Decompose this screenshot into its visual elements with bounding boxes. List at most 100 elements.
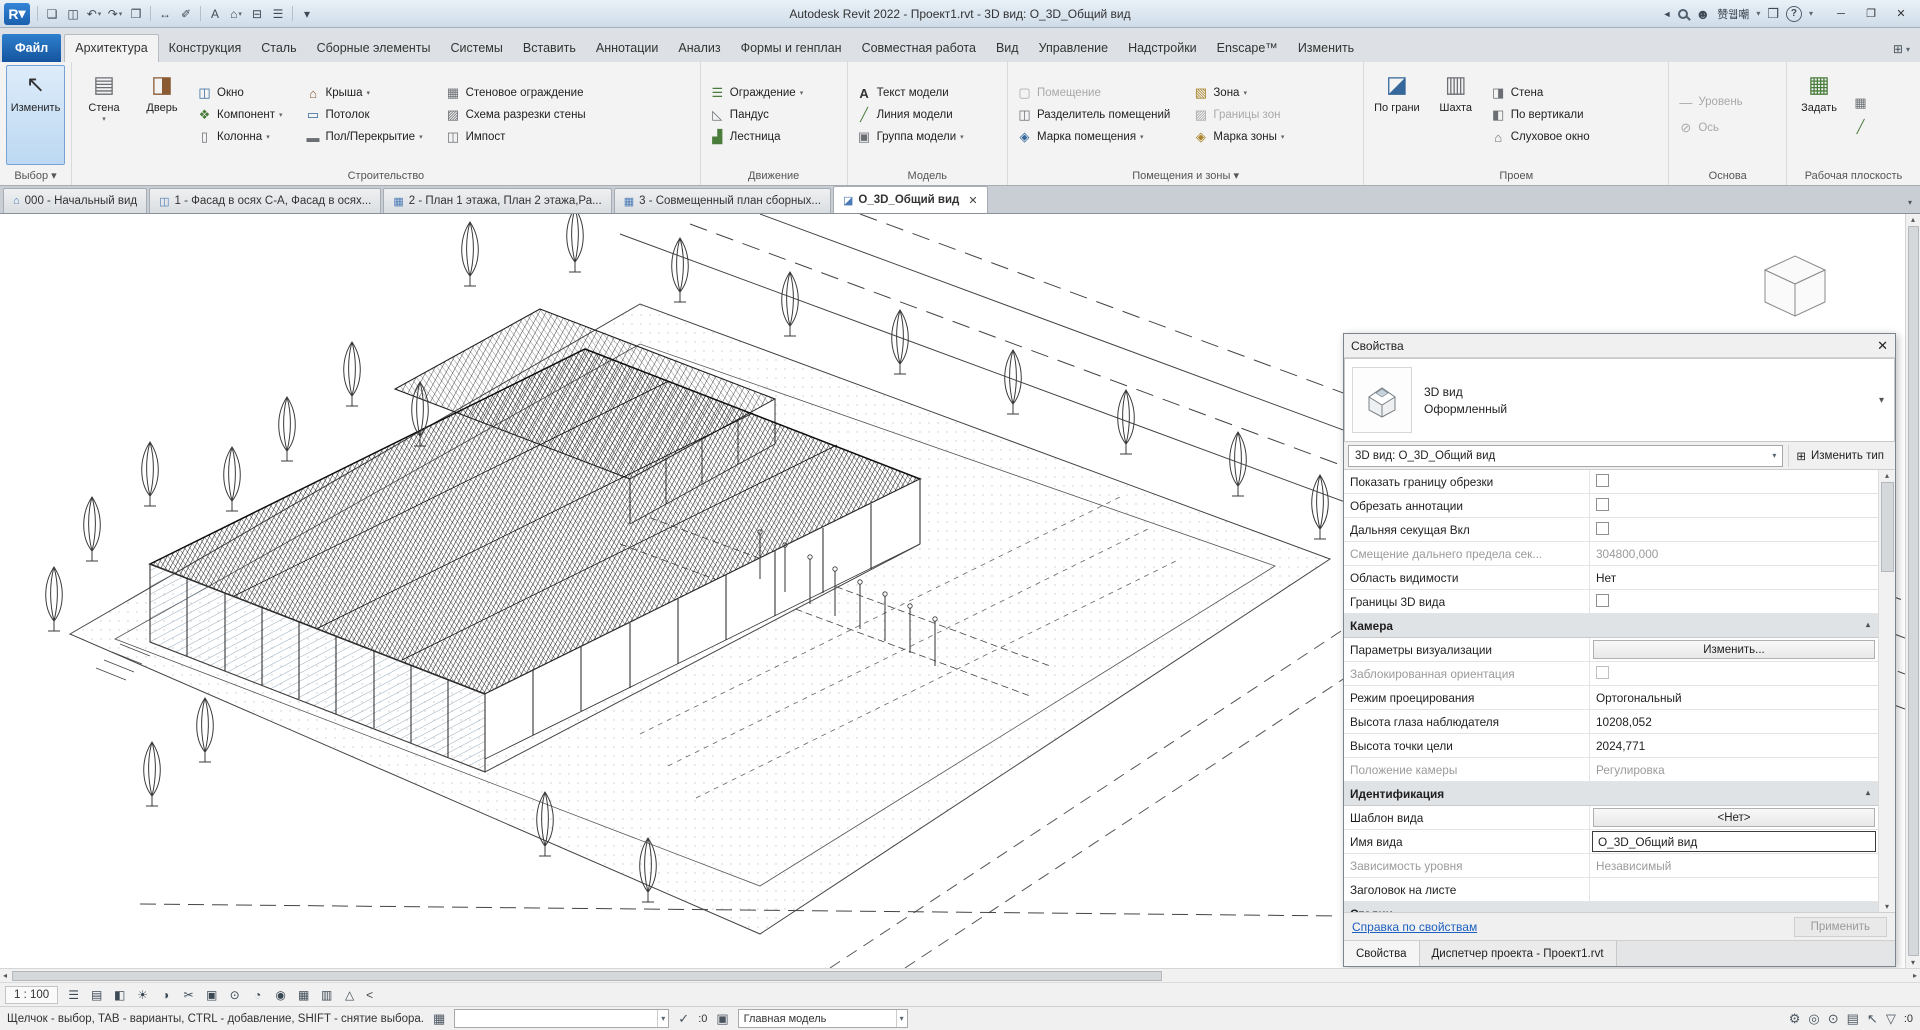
revit-logo-icon[interactable]: R ▾	[4, 2, 30, 25]
collapse-view-bar-icon[interactable]: <	[362, 988, 377, 1002]
tab-precast[interactable]: Сборные элементы	[307, 35, 441, 62]
collapse-search-icon[interactable]: ◄	[1663, 9, 1672, 19]
property-group-camera[interactable]: Камера ▴	[1344, 614, 1878, 638]
tab-manage[interactable]: Управление	[1029, 35, 1119, 62]
tab-enscape[interactable]: Enscape™	[1207, 35, 1288, 62]
temporary-hide-isolate-icon[interactable]: ◔	[247, 985, 268, 1004]
help-dropdown-icon[interactable]: ▾	[1809, 9, 1813, 18]
horizontal-scrollbar[interactable]: ◂ ▸	[0, 968, 1920, 982]
thin-lines-icon[interactable]: ☰	[268, 4, 288, 24]
shadows-icon[interactable]: ◑	[155, 985, 176, 1004]
tab-list-dropdown-icon[interactable]: ▾	[1900, 198, 1920, 213]
stair-button[interactable]: ▟ Лестница	[706, 126, 806, 148]
component-button[interactable]: ❖ Компонент ▾	[193, 104, 286, 126]
scroll-down-icon[interactable]: ▾	[1911, 958, 1915, 967]
background-processes-icon[interactable]: ⚙	[1789, 1011, 1801, 1027]
properties-help-link[interactable]: Справка по свойствам	[1352, 920, 1477, 934]
edit-type-button[interactable]: ⊞ Изменить тип	[1788, 444, 1891, 467]
property-value[interactable]: Ортогональный	[1590, 686, 1878, 709]
tab-addins[interactable]: Надстройки	[1118, 35, 1207, 62]
view-tab-plan2[interactable]: ▦ 3 - Совмещенный план сборных...	[613, 188, 831, 213]
tab-modify[interactable]: Изменить	[1288, 35, 1364, 62]
design-options-combo[interactable]: Главная модель ▾	[737, 1009, 908, 1028]
show-crop-region-icon[interactable]: ▣	[201, 985, 222, 1004]
scrollbar-thumb[interactable]	[1907, 226, 1919, 956]
tab-analyze[interactable]: Анализ	[668, 35, 730, 62]
undo-icon[interactable]: ↶ ▾	[84, 4, 104, 24]
app-store-icon[interactable]: ❒	[1767, 6, 1779, 22]
text-icon[interactable]: A	[205, 4, 225, 24]
window-button[interactable]: ◫ Окно	[193, 82, 286, 104]
model-text-button[interactable]: A Текст модели	[853, 82, 967, 104]
checkbox[interactable]	[1596, 474, 1609, 487]
checkbox[interactable]	[1596, 522, 1609, 535]
area-button[interactable]: ▧ Зона ▾	[1189, 82, 1287, 104]
properties-scrollbar[interactable]: ▴ ▾	[1878, 470, 1895, 912]
view-tab-start[interactable]: ⌂ 000 - Начальный вид	[3, 188, 148, 213]
property-value[interactable]: Нет	[1590, 566, 1878, 589]
rendering-settings-button[interactable]: Изменить...	[1593, 640, 1875, 659]
tab-annotate[interactable]: Аннотации	[586, 35, 668, 62]
tab-file[interactable]: Файл	[2, 34, 62, 62]
tab-structure[interactable]: Конструкция	[159, 35, 252, 62]
workset-combo[interactable]: ▾	[454, 1009, 670, 1028]
collapse-icon[interactable]: ▴	[1866, 788, 1870, 797]
editable-only-icon[interactable]: ✓	[678, 1011, 689, 1027]
set-work-plane-button[interactable]: ▦ Задать	[1792, 65, 1846, 165]
account-dropdown-icon[interactable]: ▾	[1756, 9, 1760, 18]
mullion-button[interactable]: ◫ Импост	[442, 126, 589, 148]
help-icon[interactable]: ?	[1785, 5, 1802, 22]
wall-opening-button[interactable]: ◨ Стена	[1487, 82, 1593, 104]
tab-collaborate[interactable]: Совместная работа	[852, 35, 986, 62]
sun-path-icon[interactable]: ☀	[132, 985, 153, 1004]
aligned-dimension-icon[interactable]: ✐	[176, 4, 196, 24]
area-tag-button[interactable]: ◈ Марка зоны ▾	[1189, 126, 1287, 148]
drag-on-selection-icon[interactable]: ↖	[1867, 1011, 1878, 1027]
view-tab-3d[interactable]: ◪ O_3D_Общий вид ✕	[832, 186, 988, 213]
view-selector-combo[interactable]: 3D вид: O_3D_Общий вид ▾	[1348, 444, 1784, 467]
scroll-up-icon[interactable]: ▴	[1885, 471, 1889, 480]
wall-button[interactable]: ▤ Стена ▾	[77, 65, 131, 165]
account-icon[interactable]: ☻	[1695, 6, 1710, 22]
modify-button[interactable]: ↖ Изменить	[5, 65, 66, 165]
properties-header[interactable]: Свойства ✕	[1344, 334, 1895, 358]
dormer-button[interactable]: ⌂ Слуховое окно	[1487, 126, 1593, 148]
property-value[interactable]: 304800,000	[1590, 542, 1878, 565]
open-icon[interactable]: ❏	[42, 4, 62, 24]
room-separator-button[interactable]: ◫ Разделитель помещений	[1013, 104, 1173, 126]
save-icon[interactable]: ◫	[63, 4, 83, 24]
scroll-right-icon[interactable]: ▸	[1910, 971, 1920, 980]
property-value[interactable]	[1590, 878, 1878, 901]
section-icon[interactable]: ⊟	[247, 4, 267, 24]
model-group-button[interactable]: ▣ Группа модели ▾	[853, 126, 967, 148]
select-underlay-icon[interactable]: ▤	[1847, 1011, 1859, 1027]
railing-button[interactable]: ☰ Ограждение ▾	[706, 82, 806, 104]
ramp-button[interactable]: ◺ Пандус	[706, 104, 806, 126]
scale-button[interactable]: 1 : 100	[5, 985, 59, 1004]
scrollbar-thumb[interactable]	[1880, 482, 1894, 572]
opening-by-face-button[interactable]: ◪ По грани	[1369, 65, 1425, 165]
panel-label-room-area[interactable]: Помещения и зоны ▾	[1008, 166, 1363, 185]
scrollbar-thumb[interactable]	[12, 970, 1163, 981]
scroll-up-icon[interactable]: ▴	[1911, 215, 1915, 224]
thin-lines-icon[interactable]: ☰	[63, 985, 84, 1004]
lock-3d-view-icon[interactable]: ⊙	[224, 985, 245, 1004]
tab-systems[interactable]: Системы	[441, 35, 513, 62]
visual-style-icon[interactable]: ◧	[109, 985, 130, 1004]
vertical-scrollbar[interactable]: ▴ ▾	[1905, 214, 1920, 968]
ref-plane-button[interactable]: ╱	[1850, 117, 1871, 137]
detail-level-icon[interactable]: ▤	[86, 985, 107, 1004]
floor-button[interactable]: ▬ Пол/Перекрытие ▾	[302, 126, 426, 148]
close-tab-icon[interactable]: ✕	[968, 194, 977, 207]
reveal-hidden-elements-icon[interactable]: ◉	[270, 985, 291, 1004]
vertical-opening-button[interactable]: ◧ По вертикали	[1487, 104, 1593, 126]
account-name[interactable]: 赞웹嘲	[1717, 6, 1749, 22]
ribbon-display-options[interactable]: ⊞ ▾	[1885, 42, 1918, 62]
column-button[interactable]: ▯ Колонна ▾	[193, 126, 286, 148]
panel-label-select[interactable]: Выбор ▾	[0, 166, 71, 185]
door-button[interactable]: ◨ Дверь	[135, 65, 189, 165]
model-line-button[interactable]: ╱ Линия модели	[853, 104, 967, 126]
curtain-grid-button[interactable]: ▨ Схема разрезки стены	[442, 104, 589, 126]
filter-icon[interactable]: ▽	[1886, 1011, 1896, 1027]
ceiling-button[interactable]: ▭ Потолок	[302, 104, 426, 126]
